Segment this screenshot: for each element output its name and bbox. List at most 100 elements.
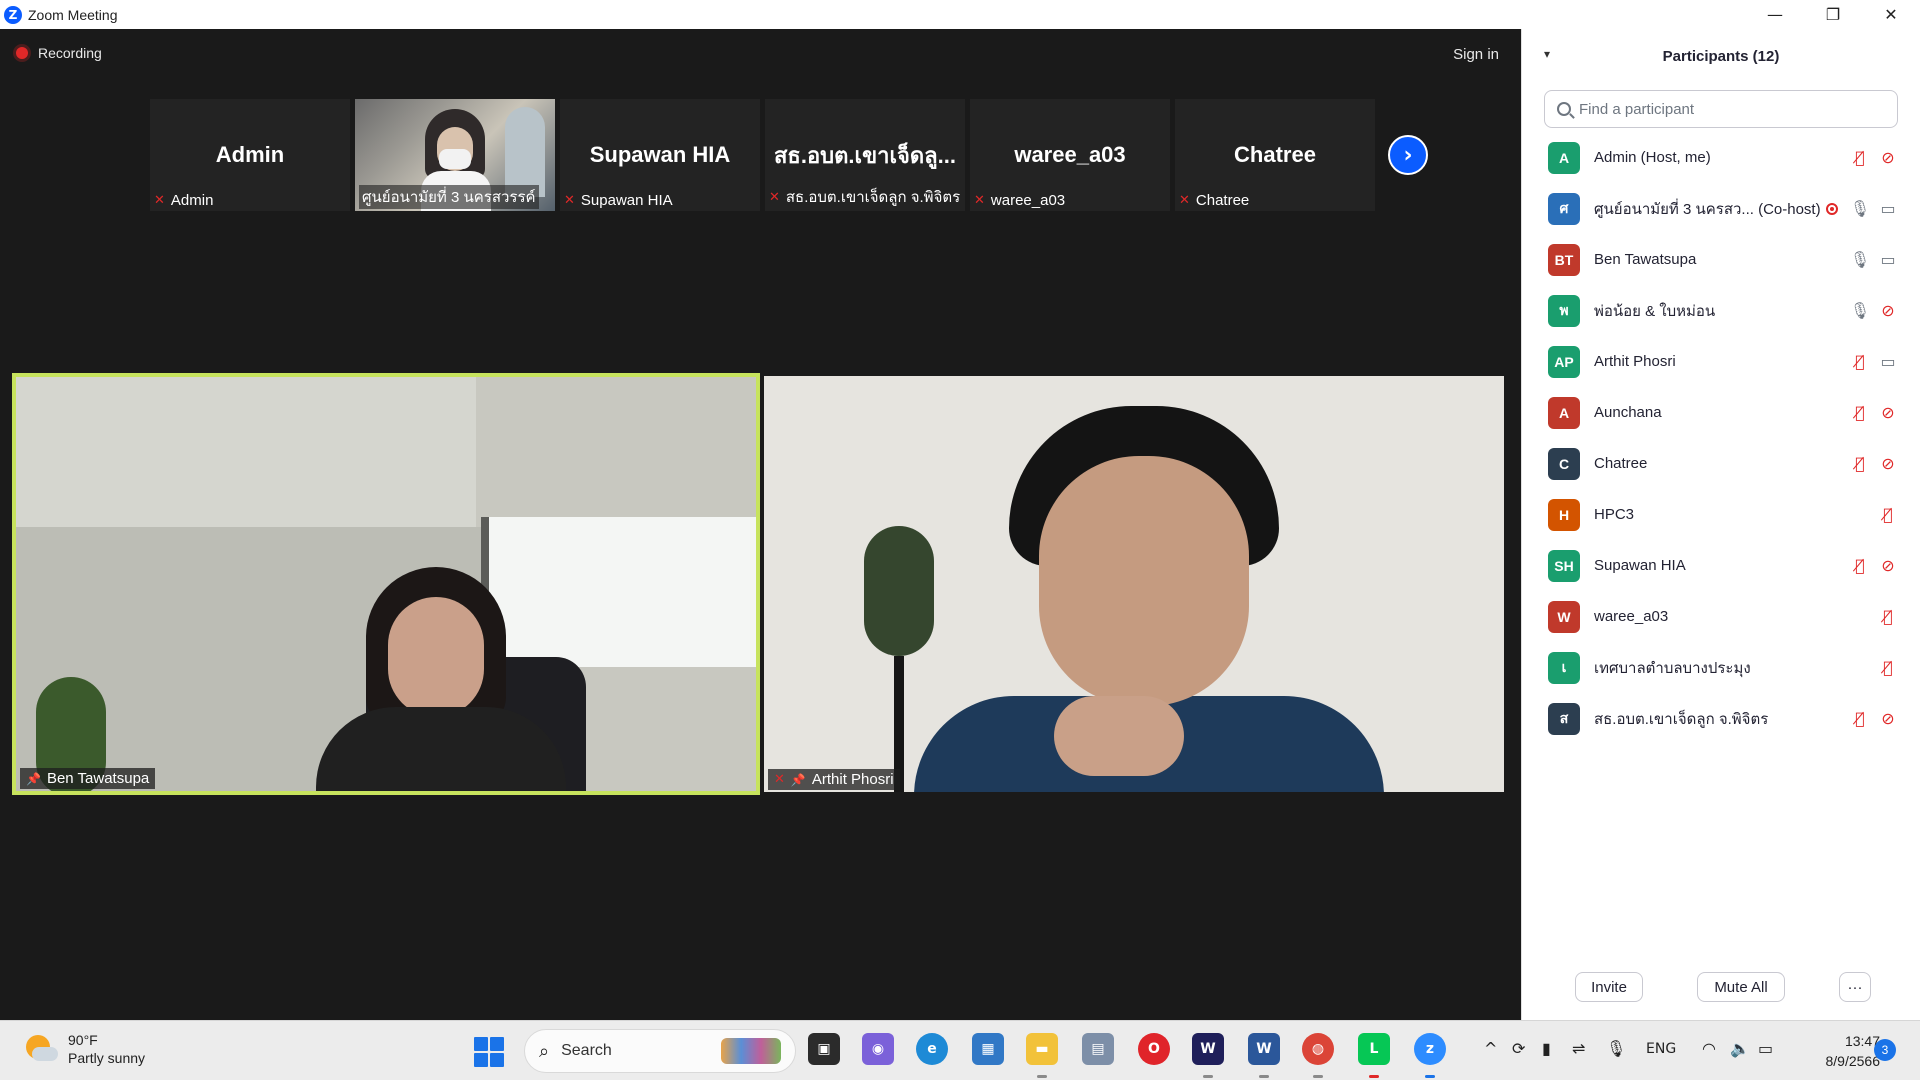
mute-all-button[interactable]: Mute All xyxy=(1697,972,1785,1002)
thumbnail-chatree[interactable]: Chatree ✕ Chatree xyxy=(1175,99,1375,211)
participant-name: Aunchana xyxy=(1594,404,1662,421)
more-options-button[interactable]: ··· xyxy=(1839,972,1871,1002)
participant-row[interactable]: H HPC3 🎙̸ xyxy=(1522,489,1920,540)
recording-label: Recording xyxy=(38,45,102,61)
mic-off-icon[interactable]: 🎙̸ xyxy=(1874,505,1902,524)
language-indicator[interactable]: ENG xyxy=(1646,1041,1676,1057)
participant-row[interactable]: BT Ben Tawatsupa 🎙 ▭ xyxy=(1522,234,1920,285)
chrome-icon[interactable]: ◍ xyxy=(1302,1033,1334,1065)
mic-off-icon[interactable]: 🎙̸ xyxy=(1846,709,1874,728)
mic-icon[interactable]: 🎙 xyxy=(1846,199,1874,218)
app-tray-icon[interactable]: ▮ xyxy=(1542,1039,1551,1058)
edge-icon[interactable]: e xyxy=(916,1033,948,1065)
sign-in-button[interactable]: Sign in xyxy=(1447,42,1505,67)
restore-button[interactable]: ❐ xyxy=(1804,0,1862,29)
participant-row[interactable]: พ พ่อน้อย & ใบหม่อน 🎙 ⊘ xyxy=(1522,285,1920,336)
participant-status-icons: 🎙̸ xyxy=(1846,642,1902,693)
battery-icon[interactable]: ▭ xyxy=(1758,1039,1773,1058)
taskbar-clock[interactable]: 13:47 8/9/2566 xyxy=(1800,1031,1881,1071)
participant-search-input[interactable] xyxy=(1579,100,1859,118)
title-bar: Z Zoom Meeting — ❐ ✕ xyxy=(0,0,1920,29)
minimize-button[interactable]: — xyxy=(1746,0,1804,29)
participant-row[interactable]: AP Arthit Phosri 🎙̸ ▭ xyxy=(1522,336,1920,387)
chat-icon[interactable]: ◉ xyxy=(862,1033,894,1065)
file-explorer-icon[interactable]: ▬ xyxy=(1026,1033,1058,1065)
avatar: ศ xyxy=(1548,192,1580,225)
windows-start-icon[interactable] xyxy=(474,1037,504,1067)
video-tile-ben-tawatsupa[interactable]: 📌 Ben Tawatsupa xyxy=(12,373,760,795)
video-icon[interactable]: ▭ xyxy=(1874,352,1902,371)
line-icon[interactable]: L xyxy=(1358,1033,1390,1065)
close-button[interactable]: ✕ xyxy=(1862,0,1920,29)
settings-tray-icon[interactable]: ⇌ xyxy=(1572,1039,1585,1058)
chevron-right-icon[interactable]: › xyxy=(1388,135,1428,175)
thumbnail-label: ✕ Chatree xyxy=(1179,192,1249,209)
wifi-icon[interactable]: ◠ xyxy=(1702,1039,1716,1058)
participant-row[interactable]: Wwaree_a03 🎙̸ xyxy=(1522,591,1920,642)
participant-row[interactable]: ส สธ.อบต.เขาเจ็ดลูก จ.พิจิตร 🎙̸ ⊘ xyxy=(1522,693,1920,744)
participant-name: Chatree xyxy=(1594,455,1648,472)
video-off-icon[interactable]: ⊘ xyxy=(1874,148,1902,167)
participant-row[interactable]: SH Supawan HIA 🎙̸ ⊘ xyxy=(1522,540,1920,591)
thumbnail-label-text: สธ.อบต.เขาเจ็ดลูก จ.พิจิตร xyxy=(785,189,961,206)
pin-icon: 📌 xyxy=(790,772,806,787)
thumbnail-waree[interactable]: waree_a03 ✕ waree_a03 xyxy=(970,99,1170,211)
thumbnail-label-text: Supawan HIA xyxy=(580,192,673,209)
taskbar-search[interactable]: ⌕ Search xyxy=(524,1029,796,1073)
task-view-icon[interactable]: ▣ xyxy=(808,1033,840,1065)
chevron-down-icon[interactable]: ▾ xyxy=(1544,47,1550,61)
thumbnail-label: ✕ waree_a03 xyxy=(974,192,1065,209)
sync-icon[interactable]: ⟳ xyxy=(1512,1039,1525,1058)
weather-widget[interactable]: 90°F Partly sunny xyxy=(24,1031,145,1067)
video-icon[interactable]: ▭ xyxy=(1874,199,1902,218)
video-icon[interactable]: ▭ xyxy=(1874,250,1902,269)
recording-icon xyxy=(1826,202,1838,215)
participant-row[interactable]: C Chatree 🎙̸ ⊘ xyxy=(1522,438,1920,489)
microphone-icon[interactable]: 🎙 xyxy=(1606,1039,1626,1058)
thumbnail-health-center-3[interactable]: ศูนย์อนามัยที่ 3 นครสวรรค์ xyxy=(355,99,555,211)
video-off-icon[interactable]: ⊘ xyxy=(1874,301,1902,320)
participant-status-icons: 🎙̸ ⊘ xyxy=(1846,540,1902,591)
mic-off-icon[interactable]: 🎙̸ xyxy=(1846,148,1874,167)
mic-off-icon[interactable]: 🎙̸ xyxy=(1846,556,1874,575)
photos-icon[interactable]: ▤ xyxy=(1082,1033,1114,1065)
thumbnail-strip: Admin ✕ Admin ศูนย์อนามัยที่ 3 นครสวรรค์ … xyxy=(150,99,1380,211)
thumbnail-supawan[interactable]: Supawan HIA ✕ Supawan HIA xyxy=(560,99,760,211)
mic-off-icon[interactable]: 🎙̸ xyxy=(1846,352,1874,371)
video-tile-arthit-phosri[interactable]: ✕ 📌 Arthit Phosri xyxy=(764,376,1504,792)
invite-button[interactable]: Invite xyxy=(1575,972,1643,1002)
participant-name: เทศบาลตำบลบางประมุง xyxy=(1594,659,1751,677)
show-hidden-icons-icon[interactable]: ^ xyxy=(1484,1039,1497,1058)
participant-row[interactable]: เ เทศบาลตำบลบางประมุง 🎙̸ xyxy=(1522,642,1920,693)
speaker-muted-icon[interactable]: 🔈 xyxy=(1730,1039,1750,1058)
video-off-icon[interactable]: ⊘ xyxy=(1874,403,1902,422)
store-icon[interactable]: ▦ xyxy=(972,1033,1004,1065)
word-icon[interactable]: W xyxy=(1248,1033,1280,1065)
opera-icon[interactable]: O xyxy=(1138,1033,1170,1065)
mic-off-icon[interactable]: 🎙̸ xyxy=(1846,403,1874,422)
thumbnail-admin[interactable]: Admin ✕ Admin xyxy=(150,99,350,211)
recording-indicator[interactable]: Recording xyxy=(16,45,102,61)
mic-icon[interactable]: 🎙 xyxy=(1846,250,1874,269)
video-off-icon[interactable]: ⊘ xyxy=(1874,556,1902,575)
participant-name: Supawan HIA xyxy=(1594,557,1686,574)
active-indicator xyxy=(1203,1075,1213,1078)
recording-dot-icon xyxy=(16,47,28,59)
notification-badge[interactable]: 3 xyxy=(1874,1039,1896,1061)
mic-off-icon[interactable]: 🎙̸ xyxy=(1874,607,1902,626)
webex-icon[interactable]: W xyxy=(1192,1033,1224,1065)
mic-icon[interactable]: 🎙 xyxy=(1846,301,1874,320)
video-off-icon[interactable]: ⊘ xyxy=(1874,709,1902,728)
taskbar: 90°F Partly sunny ⌕ Search ▣ ◉ e ▦ ▬ ▤ O… xyxy=(0,1020,1920,1080)
participant-row[interactable]: A Aunchana 🎙̸ ⊘ xyxy=(1522,387,1920,438)
mic-off-icon[interactable]: 🎙̸ xyxy=(1846,454,1874,473)
participant-row[interactable]: A Admin (Host, me) 🎙̸ ⊘ xyxy=(1522,132,1920,183)
thumbnail-khao-chet-luk[interactable]: สธ.อบต.เขาเจ็ดลู... ✕ สธ.อบต.เขาเจ็ดลูก จ… xyxy=(765,99,965,211)
mic-off-icon[interactable]: 🎙̸ xyxy=(1874,658,1902,677)
zoom-icon[interactable]: z xyxy=(1414,1033,1446,1065)
video-off-icon[interactable]: ⊘ xyxy=(1874,454,1902,473)
participant-status-icons: 🎙̸ ⊘ xyxy=(1846,387,1902,438)
participant-search[interactable] xyxy=(1544,90,1898,128)
participant-row[interactable]: ศ ศูนย์อนามัยที่ 3 นครสว... (Co-host) 🎙 ▭ xyxy=(1522,183,1920,234)
avatar: A xyxy=(1548,396,1580,429)
